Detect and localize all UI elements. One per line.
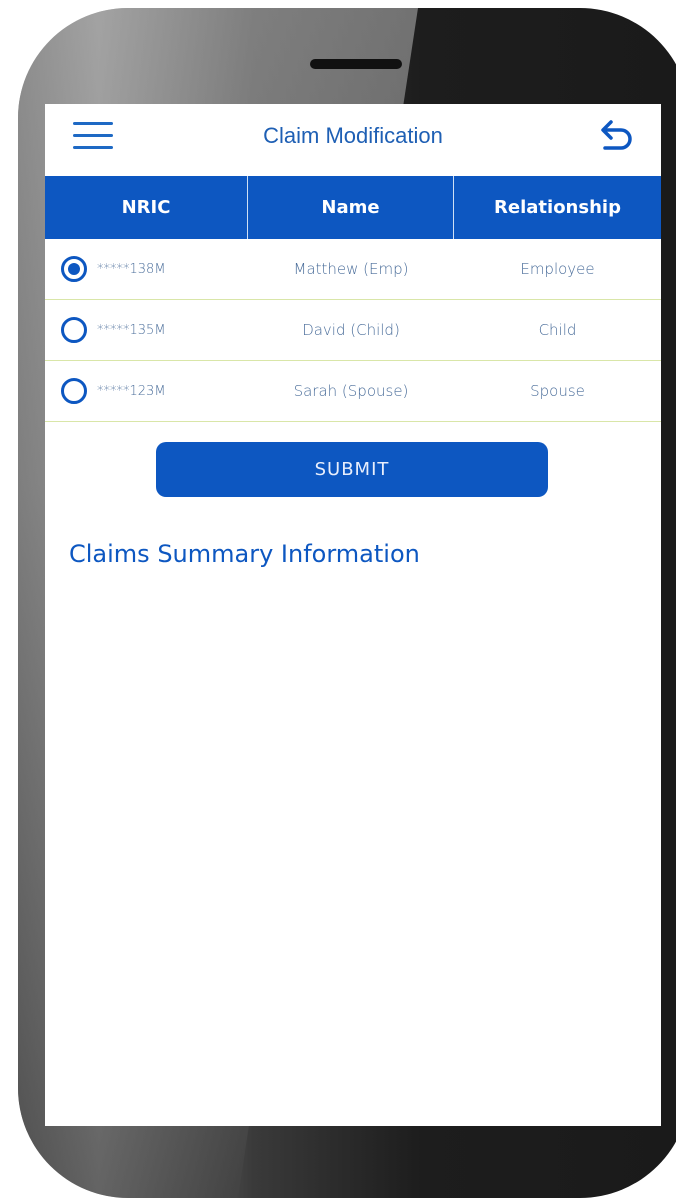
- phone-speaker: [310, 59, 402, 69]
- nric-cell: *****123M: [45, 378, 248, 404]
- undo-icon[interactable]: [593, 116, 637, 160]
- nric-value: *****135M: [97, 322, 166, 338]
- table-row[interactable]: *****135M David (Child) Child: [45, 300, 661, 361]
- relationship-cell: Child: [538, 321, 577, 339]
- table-row[interactable]: *****123M Sarah (Spouse) Spouse: [45, 361, 661, 422]
- nric-cell: *****138M: [45, 256, 248, 282]
- nric-value: *****123M: [97, 383, 166, 399]
- relationship-cell: Spouse: [530, 382, 585, 400]
- table-header: NRIC Name Relationship: [45, 176, 661, 239]
- radio-selected-icon[interactable]: [61, 256, 87, 282]
- name-cell: Matthew (Emp): [293, 260, 409, 278]
- app-screen: Claim Modification NRIC Name Relationshi…: [45, 104, 661, 1126]
- column-header-name: Name: [248, 176, 454, 239]
- app-bar: Claim Modification: [45, 104, 661, 176]
- nric-value: *****138M: [97, 261, 166, 277]
- page-title: Claim Modification: [263, 123, 443, 148]
- table-row[interactable]: *****138M Matthew (Emp) Employee: [45, 239, 661, 300]
- relationship-cell: Employee: [520, 260, 595, 278]
- submit-button[interactable]: SUBMIT: [156, 442, 548, 497]
- column-header-nric: NRIC: [45, 176, 248, 239]
- radio-icon[interactable]: [61, 317, 87, 343]
- column-header-relationship: Relationship: [494, 197, 621, 218]
- radio-dot: [68, 263, 80, 275]
- name-cell: David (Child): [302, 321, 400, 339]
- name-cell: Sarah (Spouse): [293, 382, 409, 400]
- claims-summary-heading: Claims Summary Information: [69, 540, 420, 568]
- nric-cell: *****135M: [45, 317, 248, 343]
- radio-icon[interactable]: [61, 378, 87, 404]
